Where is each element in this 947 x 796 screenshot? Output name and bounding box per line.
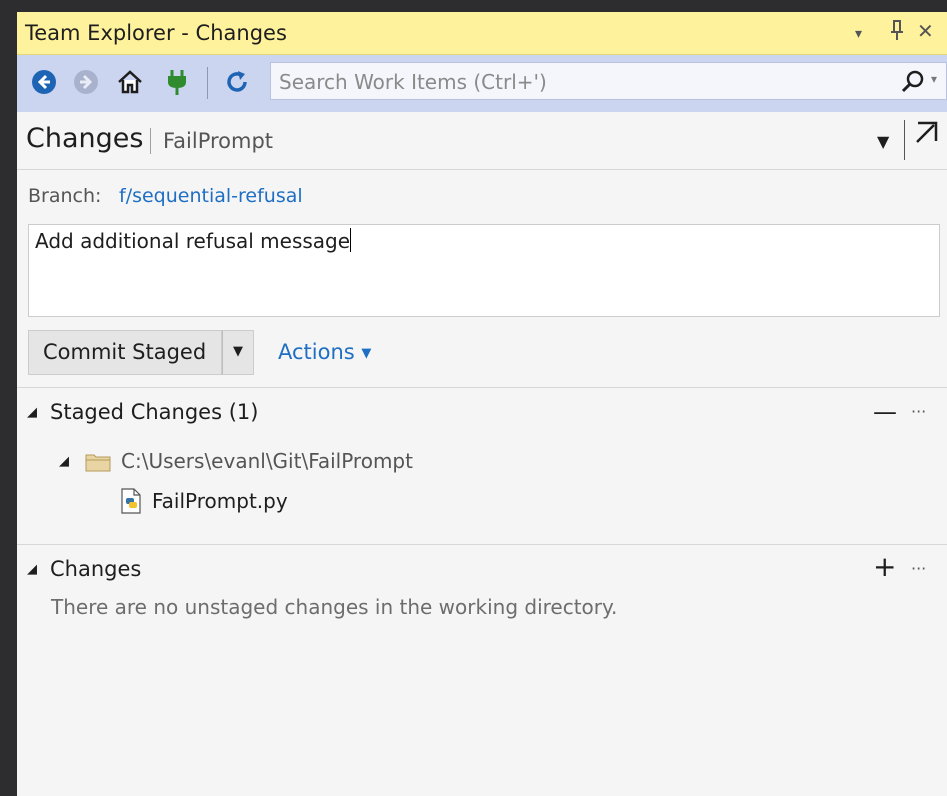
staged-folder-path[interactable]: C:\Users\evanl\Git\FailPrompt [121, 449, 413, 473]
section-divider [17, 544, 947, 545]
changes-section-header[interactable]: Changes [50, 557, 141, 581]
page-menu-dropdown-icon[interactable]: ▼ [877, 132, 889, 151]
folder-collapse-triangle-icon[interactable]: ◢ [59, 454, 69, 469]
title-bar: Team Explorer - Changes ▾ ✕ [17, 12, 947, 55]
undock-popout-icon[interactable] [912, 119, 942, 149]
search-box[interactable]: ▾ [270, 62, 947, 101]
toolbar-separator [207, 67, 208, 99]
repository-name: FailPrompt [163, 129, 274, 153]
back-icon[interactable] [29, 67, 59, 97]
folder-icon [85, 452, 111, 472]
collapse-triangle-icon[interactable]: ◢ [27, 405, 37, 420]
staged-file-item[interactable]: FailPrompt.py [152, 489, 288, 513]
commit-message-field[interactable]: Add additional refusal message [28, 224, 940, 317]
home-icon[interactable] [115, 67, 145, 97]
actions-menu-link[interactable]: Actions ▼ [278, 340, 371, 364]
branch-link[interactable]: f/sequential-refusal [119, 185, 303, 207]
search-options-dropdown-icon[interactable]: ▾ [931, 72, 937, 86]
window-menu-dropdown-icon[interactable]: ▾ [855, 21, 862, 47]
refresh-icon[interactable] [222, 67, 252, 97]
forward-icon[interactable] [71, 67, 101, 97]
staged-changes-header[interactable]: Staged Changes (1) [50, 400, 258, 424]
text-caret [350, 228, 352, 252]
collapse-triangle-icon[interactable]: ◢ [27, 562, 37, 577]
toolbar: ▾ [17, 55, 947, 112]
unstage-all-icon[interactable]: — [873, 400, 897, 424]
actions-dropdown-icon: ▼ [361, 346, 372, 361]
commit-staged-button[interactable]: Commit Staged [28, 330, 222, 375]
commit-message-text: Add additional refusal message [35, 229, 351, 253]
title-separator [150, 128, 151, 154]
actions-label: Actions [278, 340, 355, 364]
page-title[interactable]: Changes [26, 123, 143, 154]
page-header: Changes FailPrompt ▼ [17, 112, 947, 170]
header-separator [904, 120, 905, 160]
more-options-icon[interactable]: ··· [911, 402, 926, 421]
pin-icon[interactable] [887, 18, 907, 48]
search-input[interactable] [271, 63, 881, 101]
team-explorer-panel: Team Explorer - Changes ▾ ✕ ▾ [17, 12, 947, 796]
stage-all-icon[interactable]: + [873, 553, 896, 581]
section-divider [17, 387, 947, 388]
window-title: Team Explorer - Changes [25, 21, 287, 45]
no-changes-message: There are no unstaged changes in the wor… [51, 595, 618, 619]
more-options-icon[interactable]: ··· [911, 559, 926, 578]
python-file-icon [120, 488, 142, 514]
close-icon[interactable]: ✕ [917, 18, 934, 44]
commit-options-dropdown-icon[interactable]: ▼ [222, 330, 254, 375]
search-icon[interactable] [899, 68, 927, 96]
connect-icon[interactable] [162, 67, 192, 97]
branch-label: Branch: [28, 185, 102, 207]
